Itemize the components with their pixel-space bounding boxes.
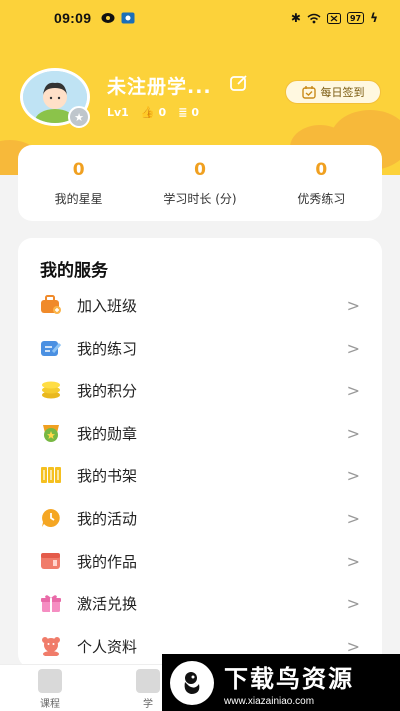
level-badge: Lv1: [107, 106, 129, 119]
daily-checkin-button[interactable]: 每日签到: [285, 80, 381, 104]
star-badge-icon: ★: [68, 106, 90, 128]
chevron-right-icon: >: [346, 465, 360, 485]
comments-count: ≣ 0: [178, 106, 199, 119]
likes-value: 0: [158, 106, 167, 119]
chevron-right-icon: >: [346, 338, 360, 358]
tab-study[interactable]: 学: [136, 669, 160, 710]
tab-label: 课程: [40, 699, 60, 710]
bear-icon: [40, 635, 62, 657]
status-notification-icons: [101, 12, 135, 24]
study-tab-icon: [136, 669, 160, 693]
service-item-my-practice[interactable]: 我的练习 >: [18, 327, 382, 369]
medal-icon: [40, 422, 62, 444]
thumbs-up-icon: 👍: [140, 106, 155, 119]
wifi-icon: [307, 13, 321, 23]
profile-meta: Lv1 👍 0 ≣ 0: [107, 106, 199, 119]
stat-value: 0: [194, 159, 206, 180]
status-bar: 09:09 ✱ 97 ϟ: [0, 0, 400, 36]
stat-study-time[interactable]: 0 学习时长 (分): [139, 145, 260, 221]
stat-stars[interactable]: 0 我的星星: [18, 145, 139, 221]
comments-value: 0: [191, 106, 200, 119]
chevron-right-icon: >: [346, 295, 360, 315]
briefcase-icon: [40, 294, 62, 316]
service-label: 我的书架: [77, 466, 138, 485]
works-icon: [40, 550, 62, 572]
app-notification-icon: [121, 12, 135, 24]
charging-icon: ϟ: [370, 11, 378, 25]
coins-icon: [40, 379, 62, 401]
chevron-right-icon: >: [346, 636, 360, 656]
service-item-my-activities[interactable]: 我的活动 >: [18, 497, 382, 539]
status-system-icons: ✱ 97 ϟ: [291, 11, 378, 25]
chevron-right-icon: >: [346, 508, 360, 528]
stat-value: 0: [72, 159, 85, 180]
service-label: 我的活动: [77, 509, 138, 528]
bird-logo-icon: [170, 660, 214, 705]
service-item-my-medals[interactable]: 我的勋章 >: [18, 412, 382, 454]
stat-label: 学习时长 (分): [163, 191, 237, 206]
watermark-banner: 下载鸟资源 www.xiazainiao.com: [162, 654, 400, 711]
services-title: 我的服务: [40, 261, 108, 281]
tab-label: 学: [143, 699, 153, 710]
username[interactable]: 未注册学...: [107, 72, 212, 99]
list-icon: ≣: [178, 106, 188, 119]
chevron-right-icon: >: [346, 380, 360, 400]
chevron-right-icon: >: [346, 593, 360, 613]
signal-x-icon: [326, 12, 341, 24]
gift-icon: [40, 592, 62, 614]
bluetooth-icon: ✱: [290, 11, 301, 25]
stat-excellent-practice[interactable]: 0 优秀练习: [261, 145, 382, 221]
stat-label: 我的星星: [54, 191, 103, 206]
profile-section: ★ 未注册学... Lv1 👍 0 ≣ 0 每日签到: [20, 68, 381, 128]
battery-level: 97: [349, 13, 362, 23]
service-label: 个人资料: [77, 637, 138, 656]
service-label: 我的练习: [77, 339, 138, 358]
status-time: 09:09: [54, 10, 92, 26]
checkin-label: 每日签到: [320, 86, 365, 99]
service-item-join-class[interactable]: 加入班级 >: [18, 284, 382, 326]
activity-icon: [40, 507, 62, 529]
battery-icon: 97: [346, 12, 365, 24]
eye-icon: [101, 13, 115, 23]
service-item-activate-redeem[interactable]: 激活兑换 >: [18, 582, 382, 624]
watermark-text: 下载鸟资源 www.xiazainiao.com: [224, 659, 354, 707]
service-label: 激活兑换: [77, 594, 138, 613]
bookshelf-icon: [40, 464, 62, 486]
chevron-right-icon: >: [346, 551, 360, 571]
likes-count: 👍 0: [141, 106, 166, 119]
service-label: 加入班级: [77, 296, 138, 315]
chevron-right-icon: >: [346, 423, 360, 443]
calendar-icon: [301, 85, 316, 99]
services-card: 我的服务 加入班级 > 我的练习 > 我的积分 > 我的勋章 > 我的书架 >: [18, 238, 382, 668]
stats-card: 0 我的星星 0 学习时长 (分) 0 优秀练习: [18, 145, 382, 221]
pencil-icon: [40, 337, 62, 359]
watermark-url: www.xiazainiao.com: [224, 695, 315, 707]
service-item-my-works[interactable]: 我的作品 >: [18, 540, 382, 582]
tab-courses[interactable]: 课程: [38, 669, 62, 710]
stat-label: 优秀练习: [297, 191, 346, 206]
edit-icon[interactable]: [230, 74, 248, 92]
courses-tab-icon: [38, 669, 62, 693]
service-label: 我的积分: [77, 381, 138, 400]
service-item-my-points[interactable]: 我的积分 >: [18, 369, 382, 411]
service-item-my-bookshelf[interactable]: 我的书架 >: [18, 454, 382, 496]
service-label: 我的勋章: [77, 424, 138, 443]
service-label: 我的作品: [77, 552, 138, 571]
watermark-title: 下载鸟资源: [224, 664, 354, 693]
stat-value: 0: [315, 159, 328, 180]
